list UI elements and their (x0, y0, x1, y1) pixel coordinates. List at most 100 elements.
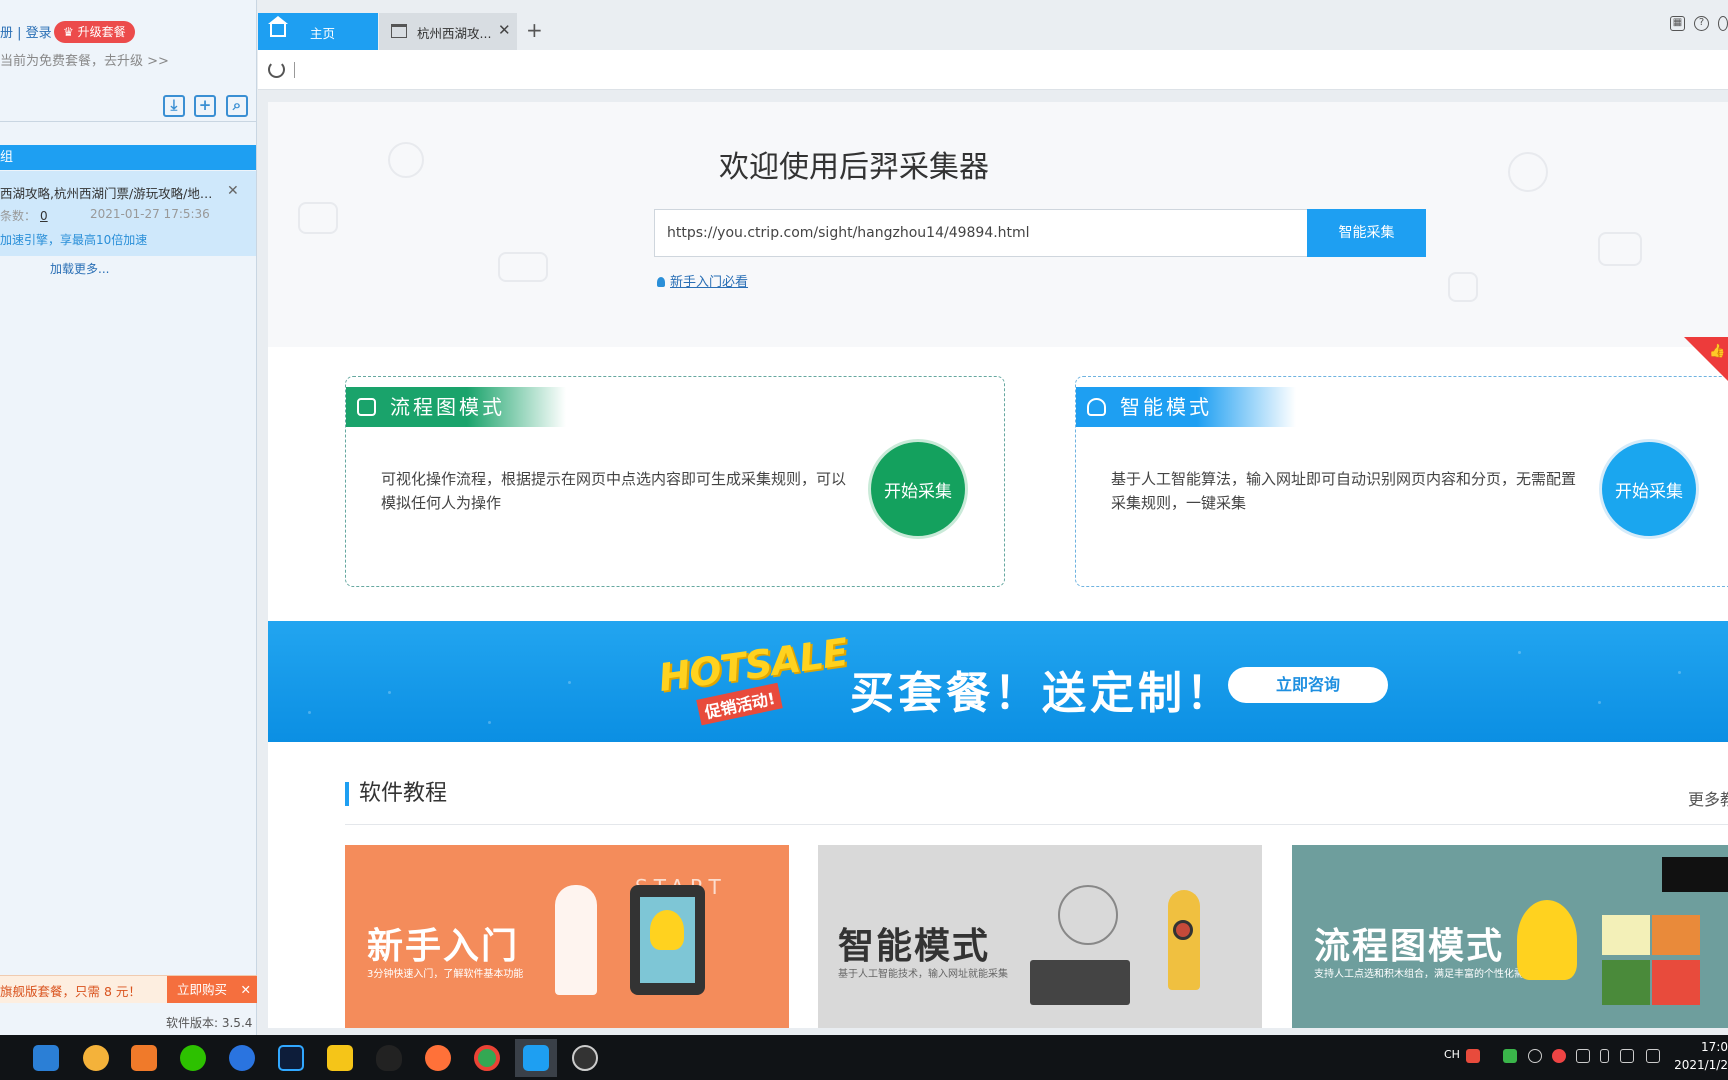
banner-headline: 买套餐！送定制！ (850, 668, 1234, 719)
add-icon[interactable]: + (194, 95, 216, 117)
tray-app-icon[interactable] (1552, 1049, 1566, 1063)
firefox-icon[interactable] (425, 1045, 451, 1071)
tutorial-card-flowchart[interactable]: 流程图模式 支持人工点选和积木组合，满足丰富的个性化需求 (1292, 845, 1728, 1028)
smart-collect-button[interactable]: 智能采集 (1307, 209, 1426, 257)
hand-illustration (1662, 857, 1728, 892)
close-icon[interactable]: ✕ (227, 183, 239, 199)
main-content: 欢迎使用后羿采集器 智能采集 新手入门必看 流程图模式 可视化操作流程，根据提示… (268, 102, 1728, 1028)
tutorials-more-link[interactable]: 更多教 (1688, 786, 1728, 810)
guide-link-label: 新手入门必看 (670, 275, 749, 290)
address-caret (294, 62, 295, 78)
puzzle-piece (1602, 915, 1650, 955)
g-app-icon[interactable] (327, 1045, 353, 1071)
tutorial-title: 流程图模式 (1314, 926, 1505, 967)
rocket-window (1173, 920, 1193, 940)
tab-page-label: 杭州西湖攻... (417, 26, 492, 41)
puzzle-piece (1652, 960, 1700, 1005)
account-links[interactable]: 册 | 登录 (0, 22, 52, 41)
promo-text: 旗舰版套餐，只需 8 元！ (0, 984, 141, 999)
smart-mode-description: 基于人工智能算法，输入网址即可自动识别网页内容和分页，无需配置采集规则，一键采集 (1111, 470, 1577, 512)
tab-page[interactable]: 杭州西湖攻... ✕ (379, 13, 517, 50)
obs-icon[interactable] (572, 1045, 598, 1071)
person-illustration (555, 885, 597, 995)
download-icon[interactable]: ⤓ (163, 95, 185, 117)
tray-app-icon[interactable] (1528, 1049, 1542, 1063)
usb-icon[interactable] (1600, 1049, 1609, 1063)
gift-icon[interactable]: ▦ (1670, 16, 1685, 31)
browser-b-icon[interactable] (229, 1045, 255, 1071)
upgrade-label: 升级套餐 (77, 25, 126, 39)
media-player-icon[interactable] (83, 1045, 109, 1071)
tab-home-label: 主页 (310, 26, 336, 41)
puzzle-piece (1652, 915, 1700, 955)
lightbulb-icon (657, 277, 665, 287)
decor-shape (498, 252, 548, 282)
task-group-header[interactable]: 组 (0, 145, 256, 170)
tab-home[interactable]: 主页 (258, 13, 378, 50)
speed-tip[interactable]: 加速引擎，享最高10倍加速 (0, 231, 147, 248)
sogou-icon[interactable] (1466, 1049, 1480, 1063)
task-item[interactable]: 西湖攻略,杭州西湖门票/游玩攻略/地址/... ✕ 条数： 0 2021-01-2… (0, 171, 256, 256)
search-icon[interactable]: ⌕ (226, 95, 248, 117)
help-icon[interactable]: ? (1694, 16, 1709, 31)
address-bar[interactable] (258, 50, 1728, 90)
close-icon[interactable]: ✕ (498, 21, 511, 39)
qq-icon[interactable] (376, 1045, 402, 1071)
tutorial-card-smart[interactable]: 智能模式 基于人工智能技术，输入网址就能采集 (818, 845, 1262, 1028)
task-title[interactable]: 西湖攻略,杭州西湖门票/游玩攻略/地址/... (0, 183, 220, 202)
decor-shape (1448, 272, 1478, 302)
tutorial-subtitle: 基于人工智能技术，输入网址就能采集 (838, 969, 1008, 980)
tutorial-card-beginner[interactable]: 新手入门 3分钟快速入门，了解软件基本功能 START (345, 845, 789, 1028)
reload-icon[interactable] (268, 61, 285, 78)
decor-dot (568, 681, 571, 684)
keyboard-illustration (1030, 960, 1130, 1005)
plan-status-link[interactable]: 当前为免费套餐，去升级 >> (0, 50, 169, 69)
wechat-icon[interactable] (180, 1045, 206, 1071)
decor-shape (298, 202, 338, 234)
consult-now-button[interactable]: 立即咨询 (1228, 667, 1388, 703)
decor-dot (1518, 651, 1521, 654)
add-tab-icon[interactable]: + (526, 18, 543, 42)
left-sidebar: 册 | 登录 ♛ 升级套餐 当前为免费套餐，去升级 >> ⤓ + ⌕ 组 西湖攻… (0, 0, 257, 1035)
lightbulb-icon (1517, 900, 1577, 980)
guide-link[interactable]: 新手入门必看 (657, 271, 748, 290)
upgrade-button[interactable]: ♛ 升级套餐 (54, 21, 135, 43)
decor-shape (1598, 232, 1642, 266)
divider (345, 824, 1728, 825)
thumbs-up-icon: 👍 (1709, 344, 1726, 359)
robot-icon (1087, 398, 1106, 416)
tutorial-title: 智能模式 (838, 926, 991, 967)
settings-icon[interactable] (1718, 16, 1728, 31)
smart-start-button[interactable]: 开始采集 (1599, 439, 1699, 539)
promo-banner[interactable]: HOTSALE 促销活动! 买套餐！送定制！ 立即咨询 (268, 621, 1728, 742)
decor-dot (1678, 671, 1681, 674)
task-time: 2021-01-27 17:5:36 (90, 207, 210, 221)
tutorial-subtitle: 3分钟快速入门，了解软件基本功能 (367, 969, 524, 980)
task-count-value[interactable]: 0 (40, 209, 48, 223)
system-clock[interactable]: 17:0 2021/1/2 (1662, 1038, 1728, 1074)
volume-icon[interactable] (1620, 1049, 1634, 1063)
load-more-link[interactable]: 加载更多... (50, 260, 109, 277)
buy-now-button[interactable]: 立即购买 ✕ (167, 976, 257, 1003)
home-icon (268, 16, 288, 37)
tutorial-title: 新手入门 (367, 926, 520, 967)
decor-dot (488, 721, 491, 724)
app-icon[interactable] (131, 1045, 157, 1071)
decor-shape (1508, 152, 1548, 192)
photoshop-icon[interactable] (278, 1045, 304, 1071)
houyi-collector-icon[interactable] (523, 1045, 549, 1071)
decor-dot (1598, 701, 1601, 704)
flowchart-start-button[interactable]: 开始采集 (868, 439, 968, 539)
ime-indicator[interactable]: CH (1444, 1048, 1460, 1061)
windows-explorer-icon[interactable] (33, 1045, 59, 1071)
tutorials-heading: 软件教程 (345, 782, 447, 806)
smart-mode-header: 智能模式 (1076, 387, 1296, 427)
close-icon[interactable]: ✕ (241, 976, 251, 1003)
network-icon[interactable] (1646, 1049, 1660, 1063)
lightbulb-icon (650, 910, 684, 950)
url-input[interactable] (654, 209, 1310, 257)
chrome-icon[interactable] (474, 1045, 500, 1071)
battery-icon[interactable] (1503, 1049, 1517, 1063)
tray-app-icon[interactable] (1576, 1049, 1590, 1063)
smart-mode-title: 智能模式 (1120, 395, 1212, 419)
